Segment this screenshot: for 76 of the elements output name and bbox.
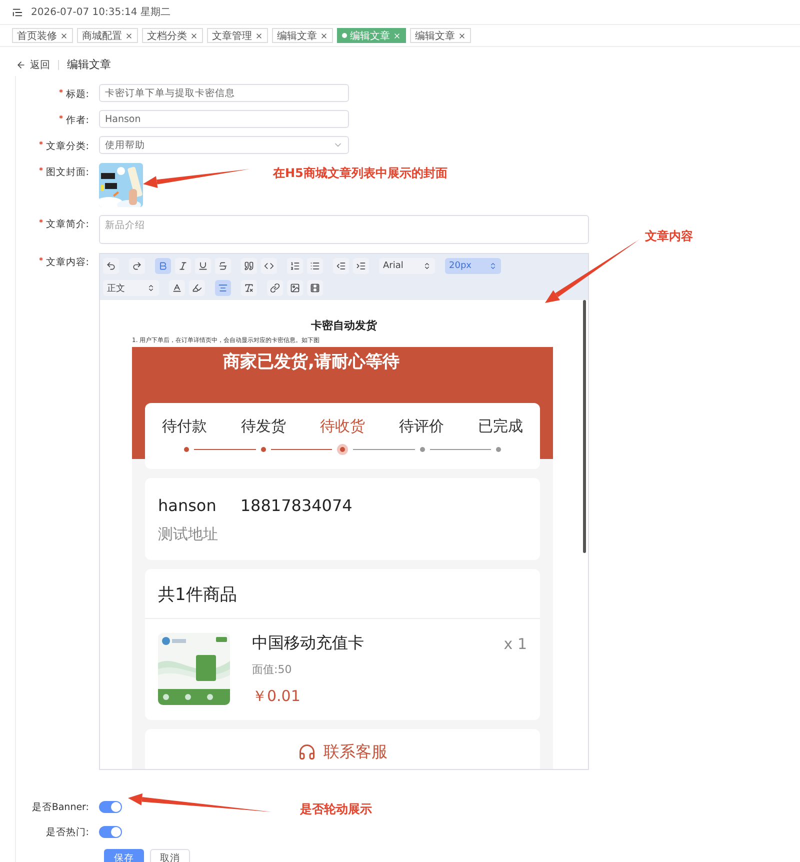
close-icon[interactable] [255, 32, 263, 40]
underline-icon[interactable] [195, 258, 211, 274]
text-field[interactable]: 卡密订单下单与提取卡密信息 [99, 84, 349, 102]
close-icon[interactable] [458, 32, 466, 40]
updown-icon [147, 284, 155, 292]
updown-icon [489, 262, 497, 270]
toolbar-select[interactable]: 正文 [103, 280, 159, 296]
quote-icon[interactable] [241, 258, 257, 274]
field-label: 图文封面: [16, 163, 89, 207]
image-icon[interactable] [287, 280, 303, 296]
receiver-address: 测试地址 [158, 525, 219, 544]
scrollbar[interactable] [583, 300, 586, 553]
step-label: 待收货 [320, 417, 365, 436]
numbered-list-icon[interactable] [287, 258, 303, 274]
step-label: 已完成 [478, 417, 523, 436]
select-field[interactable]: 使用帮助 [99, 136, 349, 154]
field-label: 文章简介: [16, 215, 89, 244]
code-icon[interactable] [261, 258, 277, 274]
date-time: 2026-07-07 10:35:14 星期二 [31, 6, 170, 19]
close-icon[interactable] [60, 32, 68, 40]
highlighter-icon[interactable] [189, 280, 205, 296]
strikethrough-icon[interactable] [215, 258, 231, 274]
receiver-name: hanson [158, 496, 216, 515]
indent-icon[interactable] [353, 258, 369, 274]
toggle-switch[interactable] [99, 826, 122, 838]
page-tab[interactable]: 文档分类 [142, 28, 203, 43]
field-label: 文章内容: [16, 253, 89, 770]
italic-icon[interactable] [175, 258, 191, 274]
status-message: 商家已发货,请耐心等待 [222, 351, 400, 374]
page-title: 编辑文章 [67, 57, 111, 72]
page-tab[interactable]: 商城配置 [77, 28, 138, 43]
text-field[interactable]: Hanson [99, 110, 349, 128]
annotation-text: 在H5商城文章列表中展示的封面 [273, 165, 448, 182]
undo-icon[interactable] [103, 258, 119, 274]
step-label: 待评价 [399, 417, 444, 436]
field-label: 文章分类: [16, 136, 89, 154]
updown-icon [423, 262, 431, 270]
field-label: 标题: [16, 84, 89, 102]
film-icon[interactable] [307, 280, 323, 296]
close-icon[interactable] [125, 32, 133, 40]
clear-format-icon[interactable] [241, 280, 257, 296]
headset-icon [298, 743, 316, 761]
bullet-list-icon[interactable] [307, 258, 323, 274]
product-quantity: x 1 [504, 634, 527, 652]
step-label: 待付款 [162, 417, 207, 436]
page-tab[interactable]: 编辑文章 [272, 28, 333, 43]
product-spec: 面值:50 [252, 662, 293, 677]
field-label: 是否Banner: [30, 801, 89, 814]
font-color-icon[interactable] [169, 280, 185, 296]
cancel-button[interactable]: 取消 [150, 849, 190, 862]
outdent-icon[interactable] [333, 258, 349, 274]
page-tab[interactable]: 文章管理 [207, 28, 268, 43]
redo-icon[interactable] [129, 258, 145, 274]
content-heading: 卡密自动发货 [310, 318, 378, 333]
field-label: 是否热门: [44, 826, 89, 839]
close-icon[interactable] [190, 32, 198, 40]
contact-service-link[interactable]: 联系客服 [324, 742, 388, 762]
bold-icon[interactable] [155, 258, 171, 274]
menu-icon[interactable] [12, 6, 23, 18]
back-link[interactable]: 返回 [16, 58, 50, 72]
step-label: 待发货 [241, 417, 286, 436]
page-tab[interactable]: 编辑文章 [410, 28, 471, 43]
toolbar-select[interactable]: Arial [379, 258, 435, 274]
link-icon[interactable] [267, 280, 283, 296]
toggle-switch[interactable] [99, 801, 122, 813]
annotation-text: 是否轮动展示 [300, 801, 372, 818]
field-label: 作者: [16, 110, 89, 128]
back-arrow-icon [16, 60, 26, 70]
product-name: 中国移动充值卡 [252, 633, 364, 654]
product-price: ￥0.01 [252, 687, 302, 706]
annotation-text: 文章内容 [645, 228, 693, 245]
align-center-icon[interactable] [215, 280, 231, 296]
receiver-phone: 18817834074 [240, 496, 352, 515]
close-icon[interactable] [320, 32, 328, 40]
page-tab[interactable]: 首页装修 [12, 28, 73, 43]
goods-count: 共1件商品 [145, 569, 540, 619]
